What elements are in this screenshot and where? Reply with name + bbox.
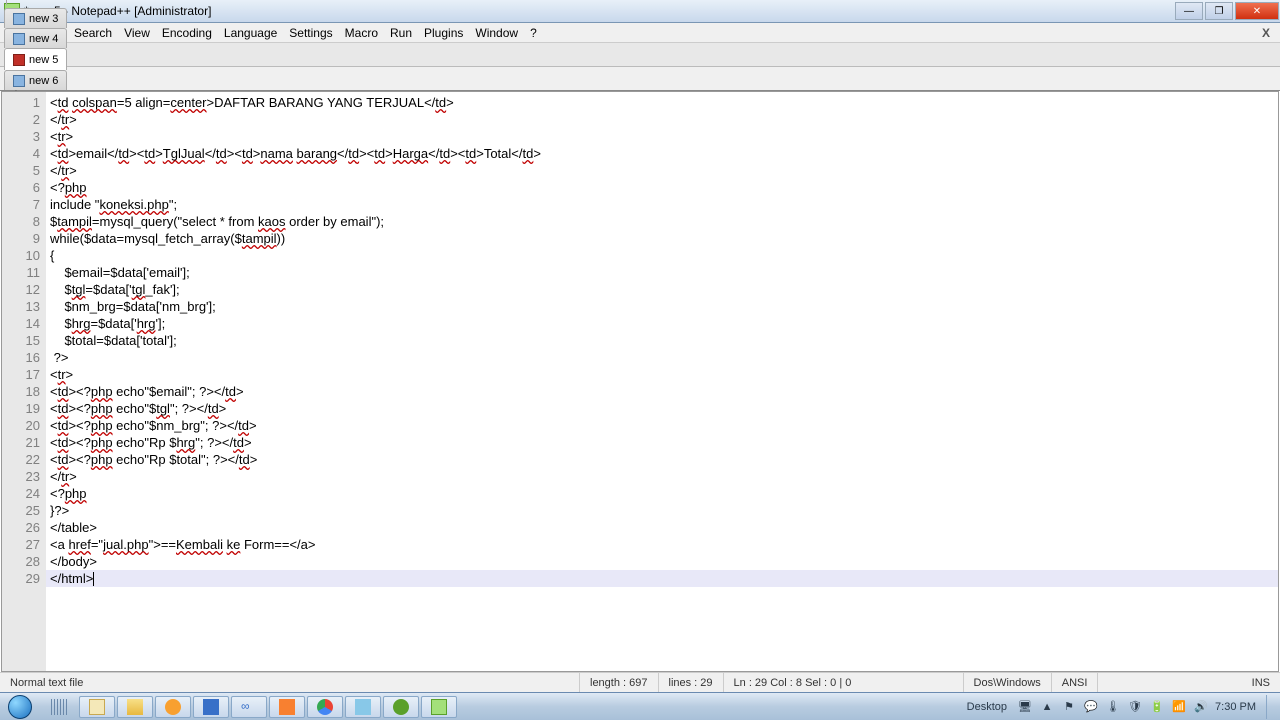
taskbar-app-blue[interactable]	[193, 696, 229, 718]
taskbar-app-media[interactable]	[155, 696, 191, 718]
taskbar-app-notepadpp[interactable]	[421, 696, 457, 718]
code-line[interactable]: <td><?php echo"Rp $hrg"; ?></td>	[46, 434, 1278, 451]
start-button[interactable]	[0, 693, 40, 721]
file-icon	[13, 33, 25, 45]
tray-volume-icon[interactable]: 🔊	[1193, 699, 1209, 715]
menu-help[interactable]: ?	[524, 24, 543, 42]
status-file-type: Normal text file	[0, 673, 580, 692]
line-number-gutter: 1234567891011121314151617181920212223242…	[2, 92, 46, 671]
taskbar-divider-icon[interactable]	[41, 696, 77, 718]
tray-chat-icon[interactable]: 💬	[1083, 699, 1099, 715]
taskbar-app-chrome[interactable]	[307, 696, 343, 718]
menu-window[interactable]: Window	[469, 24, 524, 42]
menu-view[interactable]: View	[118, 24, 156, 42]
code-line[interactable]: include "koneksi.php";	[46, 196, 1278, 213]
code-line[interactable]: {	[46, 247, 1278, 264]
code-line[interactable]: <td colspan=5 align=center>DAFTAR BARANG…	[46, 94, 1278, 111]
code-line[interactable]: </html>	[46, 570, 1278, 587]
taskbar: ∞ Desktop 🖥 ▲ ⚑ 💬 🌡 🛡 🔋 📶 🔊 7:30 PM	[0, 692, 1280, 720]
code-line[interactable]: </table>	[46, 519, 1278, 536]
tray-monitor-icon[interactable]: 🖥	[1017, 699, 1033, 715]
tab-label: new 6	[29, 75, 58, 87]
code-line[interactable]: </body>	[46, 553, 1278, 570]
code-line[interactable]: <td><?php echo"$nm_brg"; ?></td>	[46, 417, 1278, 434]
menu-macro[interactable]: Macro	[339, 24, 384, 42]
code-line[interactable]: </tr>	[46, 111, 1278, 128]
code-line[interactable]: <a href="jual.php">==Kembali ke Form==</…	[46, 536, 1278, 553]
file-icon	[13, 54, 25, 66]
editor[interactable]: 1234567891011121314151617181920212223242…	[1, 91, 1279, 672]
taskbar-app-green[interactable]	[383, 696, 419, 718]
code-line[interactable]: $total=$data['total'];	[46, 332, 1278, 349]
tab-label: new 3	[29, 13, 58, 25]
window-title: *new 5 - Notepad++ [Administrator]	[24, 4, 1174, 18]
code-line[interactable]: ?>	[46, 349, 1278, 366]
status-eol: Dos\Windows	[964, 673, 1052, 692]
tab-bar: new 3new 4new 5new 6	[0, 67, 1280, 91]
tray-flag-icon[interactable]: ⚑	[1061, 699, 1077, 715]
tray-network-icon[interactable]: 📶	[1171, 699, 1187, 715]
taskbar-app-explorer[interactable]	[79, 696, 115, 718]
code-area[interactable]: <td colspan=5 align=center>DAFTAR BARANG…	[46, 92, 1278, 671]
menu-bar: FileEditSearchViewEncodingLanguageSettin…	[0, 23, 1280, 43]
system-tray: Desktop 🖥 ▲ ⚑ 💬 🌡 🛡 🔋 📶 🔊 7:30 PM	[967, 695, 1280, 719]
menu-encoding[interactable]: Encoding	[156, 24, 218, 42]
code-line[interactable]: <?php	[46, 179, 1278, 196]
code-line[interactable]: while($data=mysql_fetch_array($tampil))	[46, 230, 1278, 247]
code-line[interactable]: }?>	[46, 502, 1278, 519]
menu-language[interactable]: Language	[218, 24, 283, 42]
code-line[interactable]: <td><?php echo"Rp $total"; ?></td>	[46, 451, 1278, 468]
show-desktop-button[interactable]	[1266, 695, 1274, 719]
tray-battery-icon[interactable]: 🔋	[1149, 699, 1165, 715]
status-length: length : 697	[580, 673, 659, 692]
menu-search[interactable]: Search	[68, 24, 118, 42]
code-line[interactable]: </tr>	[46, 468, 1278, 485]
tab-new-5[interactable]: new 5	[4, 48, 67, 70]
code-line[interactable]: <tr>	[46, 128, 1278, 145]
status-position: Ln : 29 Col : 8 Sel : 0 | 0	[724, 673, 964, 692]
file-icon	[13, 75, 25, 87]
code-line[interactable]: </tr>	[46, 162, 1278, 179]
maximize-button[interactable]: ❐	[1205, 2, 1233, 20]
taskbar-app-xampp[interactable]	[269, 696, 305, 718]
tab-label: new 5	[29, 54, 58, 66]
toolbar: 📄📂💾💾🖶✂📋📋↶↷🔍🔎🔍⬅➡📑📃👁▶⏺⏹▶⏭⏯ABC🎨🌈	[0, 43, 1280, 67]
title-bar: *new 5 - Notepad++ [Administrator] — ❐ ✕	[0, 0, 1280, 23]
code-line[interactable]: <td><?php echo"$email"; ?></td>	[46, 383, 1278, 400]
file-icon	[13, 13, 25, 25]
status-bar: Normal text file length : 697 lines : 29…	[0, 672, 1280, 692]
tray-shield-icon[interactable]: 🛡	[1127, 699, 1143, 715]
code-line[interactable]: $tampil=mysql_query("select * from kaos …	[46, 213, 1278, 230]
tab-new-4[interactable]: new 4	[4, 28, 67, 48]
tab-new-3[interactable]: new 3	[4, 8, 67, 28]
close-document-button[interactable]: X	[1256, 26, 1276, 40]
menu-run[interactable]: Run	[384, 24, 418, 42]
taskbar-app-paint[interactable]	[345, 696, 381, 718]
code-line[interactable]: $tgl=$data['tgl_fak'];	[46, 281, 1278, 298]
taskbar-app-infinity[interactable]: ∞	[231, 696, 267, 718]
menu-settings[interactable]: Settings	[283, 24, 338, 42]
close-button[interactable]: ✕	[1235, 2, 1279, 20]
code-line[interactable]: <?php	[46, 485, 1278, 502]
code-line[interactable]: $hrg=$data['hrg'];	[46, 315, 1278, 332]
status-encoding: ANSI	[1052, 673, 1099, 692]
code-line[interactable]: <td><?php echo"$tgl"; ?></td>	[46, 400, 1278, 417]
minimize-button[interactable]: —	[1175, 2, 1203, 20]
code-line[interactable]: <tr>	[46, 366, 1278, 383]
status-lines: lines : 29	[659, 673, 724, 692]
tab-new-6[interactable]: new 6	[4, 70, 67, 90]
code-line[interactable]: $nm_brg=$data['nm_brg'];	[46, 298, 1278, 315]
tray-temp-icon[interactable]: 🌡	[1105, 699, 1121, 715]
taskbar-app-folder[interactable]	[117, 696, 153, 718]
tray-clock[interactable]: 7:30 PM	[1215, 701, 1256, 713]
code-line[interactable]: <td>email</td><td>TglJual</td><td>nama b…	[46, 145, 1278, 162]
menu-plugins[interactable]: Plugins	[418, 24, 469, 42]
code-line[interactable]: $email=$data['email'];	[46, 264, 1278, 281]
status-mode: INS	[1242, 673, 1280, 692]
tab-label: new 4	[29, 33, 58, 45]
show-desktop-label[interactable]: Desktop	[967, 701, 1007, 713]
tray-chevron-icon[interactable]: ▲	[1039, 699, 1055, 715]
